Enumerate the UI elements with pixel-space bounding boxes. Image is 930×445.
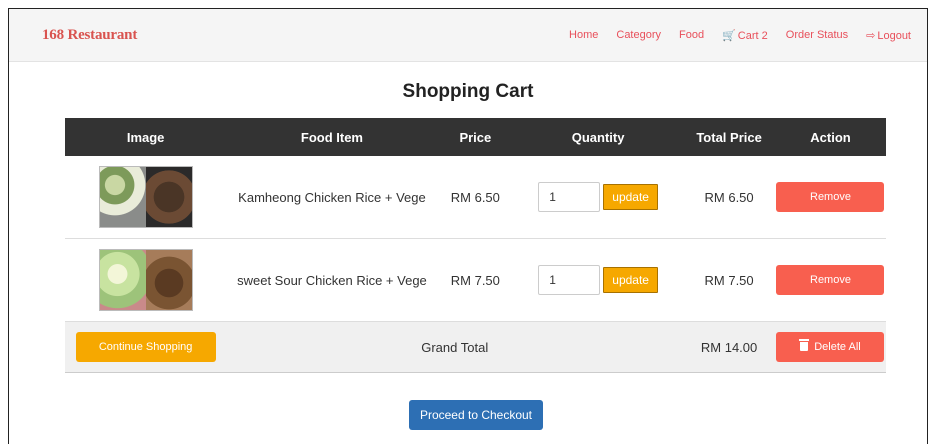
food-price: RM 7.50 [437, 238, 514, 322]
nav-food[interactable]: Food [679, 29, 704, 42]
nav-order-status-label: Order Status [785, 29, 849, 41]
quantity-input[interactable] [538, 265, 601, 295]
grand-total-value: RM 14.00 [683, 321, 775, 373]
delete-all-label: Delete All [814, 341, 861, 353]
row-total-price: RM 6.50 [683, 156, 775, 239]
header-quantity: Quantity [513, 118, 684, 156]
brand-logo[interactable]: 168 Restaurant [42, 27, 137, 44]
update-button[interactable]: update [603, 184, 658, 210]
header-price: Price [437, 118, 514, 156]
quantity-cell: update [513, 156, 684, 239]
header-food-item: Food Item [226, 118, 438, 156]
nav-food-label: Food [679, 29, 705, 41]
nav-logout-label: Logout [877, 30, 911, 42]
action-cell: Remove [774, 156, 886, 239]
action-cell: Remove [774, 238, 886, 322]
header-action: Action [774, 118, 886, 156]
header-total-price: Total Price [683, 118, 775, 156]
grand-total-row: Continue Shopping Grand Total RM 14.00 D… [65, 321, 886, 373]
navbar: 168 Restaurant Home Category Food 🛒 Cart … [9, 9, 927, 62]
header-image: Image [65, 118, 227, 156]
table-row: sweet Sour Chicken Rice + Vege RM 7.50 u… [65, 238, 886, 322]
nav-cart[interactable]: 🛒 Cart 2 [722, 29, 768, 42]
nav-category[interactable]: Category [616, 29, 661, 42]
cart-table: Image Food Item Price Quantity Total Pri… [65, 118, 886, 373]
food-image-cell [65, 156, 227, 239]
continue-shopping-button[interactable]: Continue Shopping [75, 332, 216, 362]
browser-frame: 168 Restaurant Home Category Food 🛒 Cart … [8, 8, 928, 444]
nav-cart-label: Cart 2 [737, 30, 768, 42]
nav-links: Home Category Food 🛒 Cart 2 Order Status … [551, 29, 911, 42]
remove-button[interactable]: Remove [776, 182, 885, 212]
food-name: sweet Sour Chicken Rice + Vege [226, 238, 438, 322]
update-button[interactable]: update [603, 267, 658, 293]
delete-all-cell: Delete All [774, 321, 886, 373]
nav-logout[interactable]: ⇨ Logout [866, 29, 911, 42]
nav-category-label: Category [616, 29, 662, 41]
remove-button[interactable]: Remove [776, 265, 885, 295]
food-image [98, 166, 193, 228]
logout-icon: ⇨ [866, 30, 876, 42]
table-header-row: Image Food Item Price Quantity Total Pri… [65, 118, 886, 156]
food-name: Kamheong Chicken Rice + Vege [226, 156, 438, 239]
continue-cell: Continue Shopping [65, 321, 227, 373]
food-image [98, 249, 193, 311]
food-price: RM 6.50 [437, 156, 514, 239]
trash-icon [799, 339, 810, 351]
row-total-price: RM 7.50 [683, 238, 775, 322]
cart-icon: 🛒 [722, 30, 736, 42]
table-row: Kamheong Chicken Rice + Vege RM 6.50 upd… [65, 156, 886, 239]
food-image-cell [65, 238, 227, 322]
quantity-input[interactable] [538, 182, 601, 212]
proceed-to-checkout-button[interactable]: Proceed to Checkout [409, 400, 543, 430]
grand-total-label: Grand Total [226, 321, 684, 373]
page-title: Shopping Cart [402, 81, 534, 102]
quantity-cell: update [513, 238, 684, 322]
nav-order-status[interactable]: Order Status [786, 29, 848, 42]
nav-home[interactable]: Home [569, 29, 598, 42]
delete-all-button[interactable]: Delete All [776, 332, 885, 362]
nav-home-label: Home [569, 29, 599, 41]
